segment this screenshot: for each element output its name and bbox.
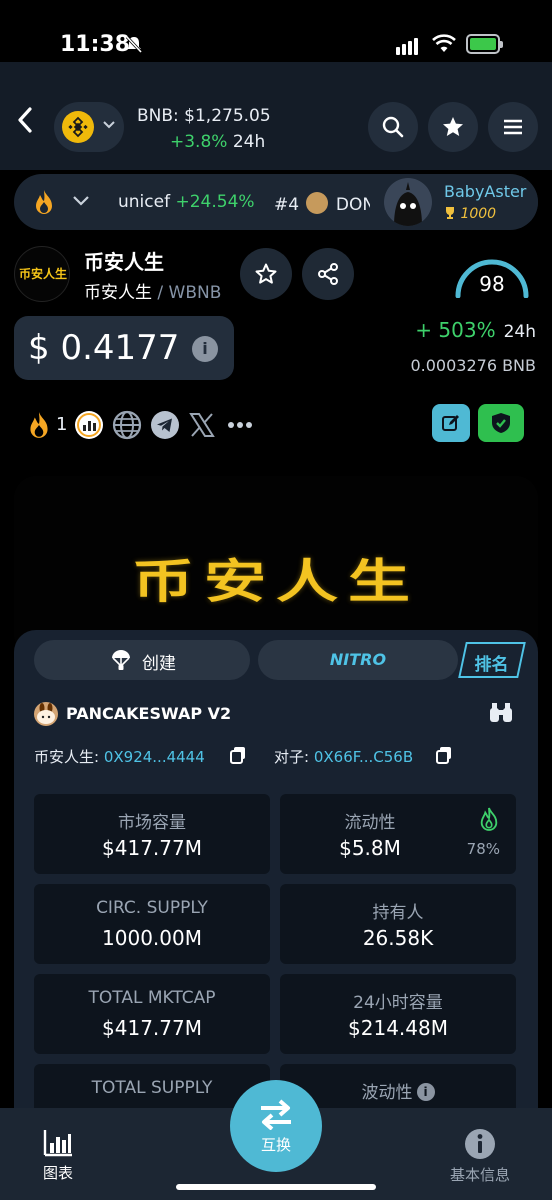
parachute-icon (112, 650, 130, 670)
chart-analytics-icon[interactable] (74, 410, 104, 440)
bnb-change-unit: 24h (232, 132, 266, 152)
bar-chart-icon (43, 1130, 72, 1157)
star-filled-icon (443, 117, 463, 136)
home-indicator (176, 1184, 376, 1190)
chain-selector[interactable] (54, 102, 124, 152)
more-options-icon[interactable] (226, 410, 254, 440)
price-change-24h: + 503% 24h (415, 318, 536, 342)
copy-icon[interactable] (230, 746, 246, 764)
token-name: 币安人生 (84, 250, 164, 274)
price-in-bnb: 0.0003276 BNB (410, 356, 536, 375)
verified-shield-button[interactable] (478, 404, 524, 442)
nav-chart-label: 图表 (42, 1164, 73, 1182)
token-logo: 币安人生 (14, 246, 70, 302)
copy-icon[interactable] (436, 746, 452, 764)
user-score: 1000 (444, 206, 496, 222)
tab-rank[interactable]: 排名 (458, 642, 526, 678)
avatar (384, 178, 432, 226)
edit-icon (442, 415, 459, 431)
tab-create[interactable]: 创建 (34, 640, 250, 680)
tab-nitro[interactable]: NITRO (258, 640, 458, 680)
search-button[interactable] (368, 102, 418, 152)
top-header: BNB: $1,275.05 +3.8% 24h (0, 62, 552, 170)
ticker-rank: #4 (274, 195, 300, 215)
search-icon (382, 116, 404, 138)
tab-nitro-label: NITRO (329, 650, 387, 669)
don-token-icon (306, 192, 329, 214)
swap-label: 互换 (260, 1136, 291, 1154)
bnb-logo-icon (62, 111, 94, 143)
pancakeswap-icon (34, 702, 58, 726)
fire-icon (36, 190, 52, 214)
share-icon (318, 263, 338, 285)
pair-address: 对子: 0X66F...C56B (274, 748, 414, 766)
dex-name: PANCAKESWAP V2 (66, 704, 232, 723)
back-icon[interactable] (14, 106, 36, 134)
battery-icon (466, 34, 503, 54)
ticker-item[interactable]: unicef +24.54% (118, 192, 255, 212)
stat-liquidity: 流动性 $5.8M 78% (280, 794, 516, 874)
user-badge[interactable]: BabyAster 1000 (370, 176, 538, 228)
token-address: 币安人生: 0X924...4444 (34, 748, 205, 766)
info-icon[interactable]: i (192, 336, 218, 362)
bell-muted-icon (125, 35, 143, 54)
stat-total-mktcap: TOTAL MKTCAP $417.77M (34, 974, 270, 1054)
telegram-icon[interactable] (150, 410, 180, 440)
token-pair: 币安人生 / WBNB (84, 278, 221, 303)
favorites-button[interactable] (428, 102, 478, 152)
pair-quote: / WBNB (157, 283, 222, 303)
star-outline-icon (255, 263, 277, 284)
swap-button[interactable]: 互换 (230, 1080, 322, 1172)
fire-icon (30, 412, 48, 438)
ticker-item-change: +24.54% (175, 192, 255, 212)
edit-button[interactable] (432, 404, 470, 442)
trophy-icon (446, 207, 454, 219)
pair-address-value[interactable]: 0X66F...C56B (314, 748, 413, 766)
liquidity-fire-icon (480, 807, 498, 831)
tab-create-label: 创建 (142, 654, 176, 674)
bnb-change-percent: +3.8% (170, 132, 228, 152)
stat-24h-volume: 24小时容量 $214.48M (280, 974, 516, 1054)
pair-base: 币安人生 (84, 283, 152, 303)
chevron-down-icon[interactable] (72, 194, 90, 208)
token-price: $ 0.4177 (28, 328, 180, 368)
share-button[interactable] (302, 248, 354, 300)
status-bar: 11:38 (0, 0, 552, 62)
tab-rank-label: 排名 (474, 655, 509, 675)
score-value: 98 (479, 272, 505, 296)
liquidity-percent: 78% (466, 840, 500, 858)
nav-info-label: 基本信息 (449, 1166, 510, 1184)
stat-circ-supply: CIRC. SUPPLY 1000.00M (34, 884, 270, 964)
shield-check-icon (492, 413, 510, 433)
stat-holders: 持有人 26.58K (280, 884, 516, 964)
info-circle-icon (465, 1129, 495, 1159)
menu-button[interactable] (488, 102, 538, 152)
cellular-signal-icon (396, 36, 420, 55)
token-address-value[interactable]: 0X924...4444 (104, 748, 205, 766)
ticker-item-name: unicef (118, 192, 171, 212)
binoculars-icon[interactable] (488, 702, 514, 724)
status-time: 11:38 (60, 32, 131, 57)
info-icon[interactable]: i (416, 1083, 435, 1101)
stat-market-cap: 市场容量 $417.77M (34, 794, 270, 874)
globe-icon[interactable] (112, 410, 142, 440)
hamburger-menu-icon (504, 119, 522, 135)
bnb-price: BNB: $1,275.05 (137, 106, 271, 126)
chevron-down-icon (103, 121, 115, 129)
token-banner: 币安人生 (14, 476, 538, 656)
bnb-change: +3.8% 24h (170, 132, 265, 152)
x-twitter-icon[interactable] (188, 410, 216, 440)
nav-basic-info[interactable]: 基本信息 (444, 1128, 516, 1185)
trending-ticker[interactable]: unicef +24.54% #4 DON BabyAster 1000 (14, 174, 538, 230)
price-box: $ 0.4177 i (14, 316, 234, 380)
ticker-item[interactable]: #4 DON (274, 192, 375, 215)
user-name: BabyAster (444, 182, 527, 201)
nav-chart[interactable]: 图表 (38, 1128, 78, 1183)
banner-text: 币安人生 (131, 553, 420, 609)
favorite-token-button[interactable] (240, 248, 292, 300)
swap-arrows-icon (261, 1099, 291, 1130)
hot-count[interactable]: 1 (26, 410, 67, 440)
wifi-icon (432, 34, 456, 52)
